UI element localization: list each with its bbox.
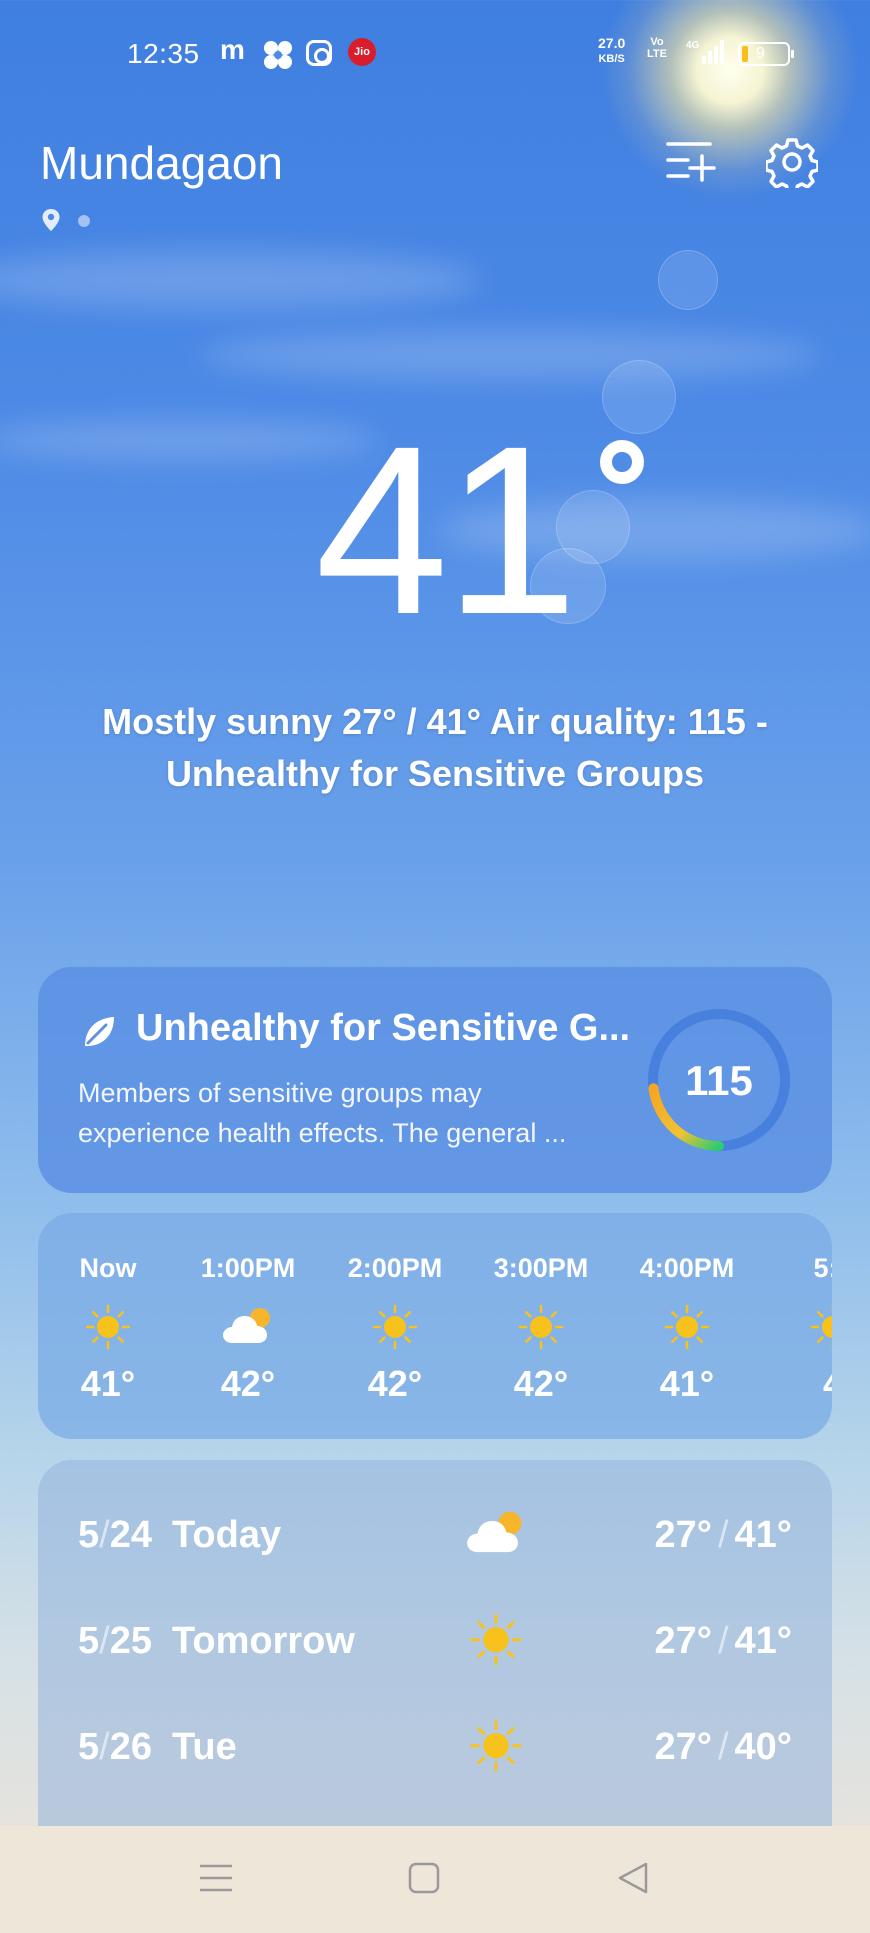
day-name: Today — [172, 1514, 282, 1556]
battery-level: 9 — [756, 45, 765, 62]
signal-icon: 4G — [686, 40, 724, 64]
day-month: 5 — [78, 1620, 100, 1662]
hourly-item: 3:00PM 42° — [471, 1253, 611, 1405]
sun-icon — [466, 1718, 526, 1774]
aqi-value: 115 — [685, 1057, 753, 1104]
network-speed-value: 27.0 — [598, 35, 626, 51]
fan-app-icon — [264, 41, 292, 69]
day-day: 24 — [109, 1514, 152, 1556]
day-date: 5/25 — [78, 1620, 152, 1662]
add-city-button[interactable] — [664, 138, 716, 184]
status-time: 12:35 — [127, 38, 200, 69]
daily-forecast-card[interactable]: 5/24 Today 27°/41° 5/25 Tomorrow 27°/41° 5… — [38, 1460, 832, 1826]
status-bar: 12:35 m Jio 27.0 KB/S Vo LTE 4G 9 — [0, 30, 870, 80]
gear-icon[interactable] — [766, 136, 818, 188]
hour-temp: 4 — [763, 1363, 832, 1405]
city-name[interactable]: Mundagaon — [40, 136, 283, 190]
day-name: Tomorrow — [172, 1620, 355, 1662]
degree-symbol — [600, 440, 644, 484]
air-quality-card[interactable]: Unhealthy for Sensitive G... Members of … — [38, 967, 832, 1193]
day-date: 5/24 — [78, 1514, 152, 1556]
daily-row[interactable]: 5/24 Today 27°/41° — [38, 1500, 832, 1580]
day-temp-range: 27°/41° — [654, 1620, 793, 1662]
day-day: 25 — [109, 1620, 152, 1662]
day-low: 27° — [654, 1726, 712, 1768]
day-high: 41° — [734, 1620, 792, 1662]
temperature-value: 41 — [315, 396, 578, 664]
hour-time: 5:0 — [813, 1253, 832, 1283]
day-low: 27° — [654, 1514, 712, 1556]
hour-temp: 42° — [367, 1363, 423, 1404]
sun-icon — [515, 1303, 567, 1351]
hour-temp: 42° — [513, 1363, 569, 1404]
day-low: 27° — [654, 1620, 712, 1662]
network-speed: 27.0 KB/S — [598, 36, 625, 66]
day-temp-range: 27°/41° — [654, 1514, 793, 1556]
hourly-item: 1:00PM 42° — [178, 1253, 318, 1405]
page-indicator-dot — [78, 215, 90, 227]
volte-indicator: Vo LTE — [647, 36, 667, 60]
sun-icon — [661, 1303, 713, 1351]
current-temperature: 41 — [315, 410, 644, 650]
hourly-item: 2:00PM 42° — [325, 1253, 465, 1405]
hour-temp: 41° — [659, 1363, 715, 1404]
menu-icon[interactable] — [194, 1856, 238, 1900]
location-pin-icon — [42, 209, 60, 231]
day-month: 5 — [78, 1514, 100, 1556]
hourly-item: 5:0 4 — [763, 1253, 832, 1405]
back-icon[interactable] — [612, 1856, 656, 1900]
partly-cloudy-icon — [466, 1506, 526, 1562]
hour-temp: 42° — [220, 1363, 276, 1404]
day-name: Tue — [172, 1726, 237, 1768]
day-high: 41° — [734, 1514, 792, 1556]
weather-summary: Mostly sunny 27° / 41° Air quality: 115 … — [102, 701, 768, 794]
jio-icon: Jio — [348, 38, 376, 66]
day-day: 26 — [109, 1726, 152, 1768]
day-date: 5/26 — [78, 1726, 152, 1768]
hour-time: 3:00PM — [493, 1253, 589, 1283]
hour-time: Now — [79, 1253, 137, 1283]
hour-time: 4:00PM — [639, 1253, 735, 1283]
hour-time: 2:00PM — [347, 1253, 443, 1283]
day-month: 5 — [78, 1726, 100, 1768]
battery-icon: 9 — [738, 42, 794, 66]
hourly-item: 4:00PM 41° — [617, 1253, 757, 1405]
network-type: 4G — [686, 40, 700, 51]
hour-time: 1:00PM — [200, 1253, 296, 1283]
home-icon[interactable] — [402, 1856, 446, 1900]
leaf-icon — [85, 1017, 114, 1046]
day-high: 40° — [734, 1726, 792, 1768]
hourly-item: Now 41° — [38, 1253, 178, 1405]
instagram-icon — [306, 40, 332, 66]
lens-flare — [658, 250, 718, 310]
sun-icon — [82, 1303, 134, 1351]
messenger-app-icon: m — [220, 34, 245, 65]
sun-icon — [369, 1303, 421, 1351]
aqi-title: Unhealthy for Sensitive G... — [136, 1007, 631, 1049]
hourly-forecast-card[interactable]: Now 41° 1:00PM 42° 2:00PM 42° 3:00PM 42° 4:0… — [38, 1213, 832, 1439]
navigation-bar — [0, 1826, 870, 1933]
daily-row[interactable]: 5/25 Tomorrow 27°/41° — [38, 1606, 832, 1686]
lens-flare — [602, 360, 676, 434]
cloud-wisp — [0, 250, 480, 310]
sun-icon — [466, 1612, 526, 1668]
aqi-description: Members of sensitive groups may experien… — [78, 1078, 567, 1148]
partly-cloudy-icon — [222, 1303, 274, 1351]
hour-temp: 41° — [80, 1363, 136, 1404]
cloud-wisp — [200, 330, 820, 380]
day-temp-range: 27°/40° — [654, 1726, 793, 1768]
sun-icon — [807, 1303, 832, 1351]
network-speed-unit: KB/S — [598, 53, 625, 65]
daily-row[interactable]: 5/26 Tue 27°/40° — [38, 1712, 832, 1792]
